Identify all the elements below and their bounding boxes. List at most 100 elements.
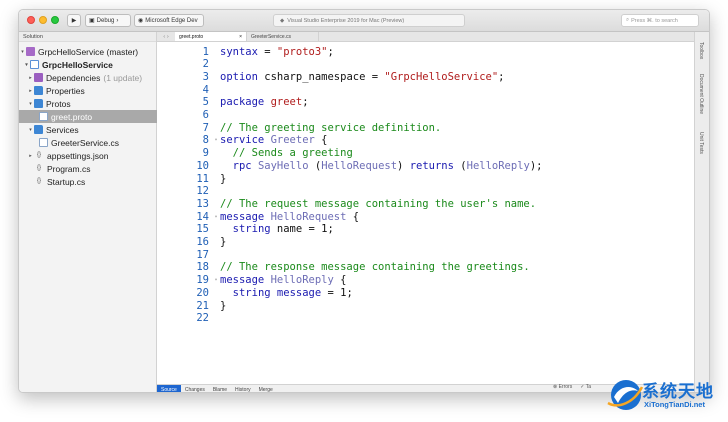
close-window-button[interactable] [27, 16, 35, 24]
chevron-down-icon[interactable]: ▾ [23, 62, 30, 68]
fold-icon[interactable]: ▾ [212, 277, 220, 283]
configuration-selector[interactable]: ▣ Debug › [85, 14, 131, 27]
tree-item-appsettings[interactable]: ▸ {} appsettings.json [19, 149, 157, 162]
code-line[interactable]: 8 ▾ service Greeter { [157, 134, 696, 147]
toolbox-tab[interactable]: Toolbox [698, 42, 704, 59]
tree-item-greeterservice[interactable]: GreeterService.cs [19, 136, 157, 149]
code-line[interactable]: 1 syntax = "proto3"; [157, 45, 696, 58]
code-line[interactable]: 17 [157, 248, 696, 261]
code-text: message HelloRequest { [220, 210, 360, 223]
code-line[interactable]: 20 string message = 1; [157, 286, 696, 299]
code-line[interactable]: 22 [157, 312, 696, 325]
errors-label: Errors [558, 384, 573, 390]
config-icon: ▣ [89, 18, 95, 24]
fold-icon[interactable]: ▾ [212, 214, 220, 220]
code-line[interactable]: 9 // Sends a greeting [157, 147, 696, 160]
search-input[interactable]: ⌕ Press ⌘. to search [621, 14, 699, 27]
line-number: 2 [202, 58, 209, 71]
zoom-window-button[interactable] [51, 16, 59, 24]
titlebar: ▶ ▣ Debug › ◉ Microsoft Edge Dev ◆ Visua… [19, 10, 709, 32]
chevron-down-icon[interactable]: ▾ [27, 127, 34, 133]
code-line[interactable]: 4 [157, 83, 696, 96]
chevron-right-icon[interactable]: ▸ [27, 75, 34, 81]
device-selector[interactable]: ◉ Microsoft Edge Dev [134, 14, 204, 27]
code-line[interactable]: 5 package greet; [157, 96, 696, 109]
line-number: 16 [196, 236, 209, 248]
tree-item-label: GreeterService.cs [51, 137, 120, 148]
tree-item-label: Dependencies [46, 72, 101, 83]
code-line[interactable]: 10 rpc SayHello (HelloRequest) returns (… [157, 159, 696, 172]
code-text: // The greeting service definition. [220, 121, 442, 134]
line-number: 13 [196, 197, 209, 210]
code-text: } [220, 172, 227, 185]
tab-label: GreeterService.cs [251, 33, 292, 40]
code-text: } [220, 236, 227, 248]
code-editor[interactable]: ‹ › greet.proto × GreeterService.cs 1 synt… [157, 32, 696, 392]
chevron-down-icon[interactable]: ▾ [27, 101, 34, 107]
chevron-right-icon[interactable]: ▸ [27, 88, 34, 94]
code-line[interactable]: 3 option csharp_namespace = "GrpcHelloSer… [157, 70, 696, 83]
code-text: syntax = "proto3"; [220, 45, 334, 58]
code-line[interactable]: 11} [157, 172, 696, 185]
code-line[interactable]: 2 [157, 58, 696, 71]
device-label: Microsoft Edge Dev [145, 17, 198, 24]
solution-pad-header: Solution [19, 32, 156, 42]
code-line[interactable]: 12 [157, 185, 696, 198]
tree-item-dependencies[interactable]: ▸ Dependencies (1 update) [19, 71, 157, 84]
tree-item-services[interactable]: ▾ Services [19, 123, 157, 136]
tree-item-label: Services [46, 124, 79, 135]
code-line[interactable]: 14 ▾ message HelloRequest { [157, 210, 696, 223]
tasks-label: Ta [585, 384, 591, 390]
document-tabbar: ‹ › greet.proto × GreeterService.cs [157, 32, 696, 42]
code-line[interactable]: 13 // The request message containing the … [157, 197, 696, 210]
line-number: 4 [202, 83, 209, 96]
document-outline-tab[interactable]: Document Outline [698, 74, 704, 114]
run-button[interactable]: ▶ [67, 14, 81, 27]
tab-greet-proto[interactable]: greet.proto × [175, 32, 247, 41]
tasks-button[interactable]: ✓ Ta [580, 384, 591, 390]
line-number: 14 [196, 210, 209, 223]
dependencies-icon [34, 73, 43, 82]
tree-item-solution[interactable]: ▾ GrpcHelloService (master) [19, 45, 157, 58]
code-line[interactable]: 7 // The greeting service definition. [157, 121, 696, 134]
tab-greeterservice[interactable]: GreeterService.cs [247, 32, 319, 41]
line-number: 22 [196, 312, 209, 325]
line-number: 8 [202, 134, 209, 147]
code-line[interactable]: 16} [157, 236, 696, 249]
tree-item-startup[interactable]: {} Startup.cs [19, 175, 157, 188]
tab-navigation[interactable]: ‹ › [157, 32, 175, 41]
folder-icon [34, 125, 43, 134]
tree-item-label: Startup.cs [47, 176, 86, 187]
chevron-down-icon[interactable]: ▾ [19, 49, 26, 55]
tree-item-label: appsettings.json [47, 150, 109, 161]
file-icon: {} [36, 178, 41, 184]
search-icon: ⌕ [626, 17, 630, 23]
tree-item-greet-proto[interactable]: greet.proto [19, 110, 157, 123]
chevron-left-icon[interactable]: ‹ [163, 34, 165, 40]
status-text: Visual Studio Enterprise 2019 for Mac (P… [287, 17, 405, 24]
errors-button[interactable]: ⊗ Errors [553, 384, 572, 390]
code-text: // The response message containing the g… [220, 261, 530, 274]
tree-item-project[interactable]: ▾ GrpcHelloService [19, 58, 157, 71]
code-line[interactable]: 6 [157, 109, 696, 122]
chevron-right-icon[interactable]: › [167, 34, 169, 40]
tree-item-label: greet.proto [51, 111, 93, 122]
line-number: 18 [196, 261, 209, 274]
file-icon [39, 112, 48, 121]
code-line[interactable]: 15 string name = 1; [157, 223, 696, 236]
code-line[interactable]: 19 ▾ message HelloReply { [157, 274, 696, 287]
tab-label: greet.proto [179, 33, 204, 40]
chevron-right-icon[interactable]: ▸ [27, 153, 34, 159]
close-icon[interactable]: × [239, 34, 242, 40]
fold-icon[interactable]: ▾ [212, 137, 220, 143]
code-text: package greet; [220, 96, 309, 109]
code-line[interactable]: 18 // The response message containing the… [157, 261, 696, 274]
code-line[interactable]: 21} [157, 299, 696, 312]
tree-item-protos[interactable]: ▾ Protos [19, 97, 157, 110]
minimize-window-button[interactable] [39, 16, 47, 24]
watermark-title: 系统天地 [642, 382, 714, 402]
tree-item-properties[interactable]: ▸ Properties [19, 84, 157, 97]
unit-tests-tab[interactable]: Unit Tests [698, 132, 704, 154]
tree-item-program[interactable]: {} Program.cs [19, 162, 157, 175]
ide-window: ▶ ▣ Debug › ◉ Microsoft Edge Dev ◆ Visua… [18, 9, 710, 393]
